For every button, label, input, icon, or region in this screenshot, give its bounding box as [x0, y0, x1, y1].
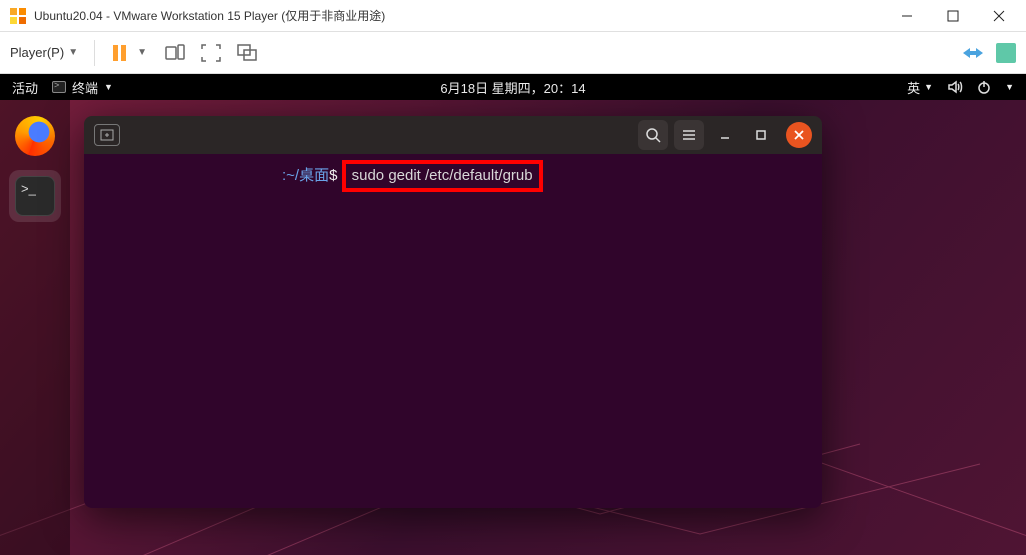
terminal-titlebar	[84, 116, 822, 154]
input-source-indicator[interactable]: 英 ▼	[907, 78, 933, 97]
language-label: 英	[907, 78, 920, 97]
vmware-close-button[interactable]	[976, 0, 1022, 32]
terminal-app-icon	[15, 176, 55, 216]
terminal-close-button[interactable]	[786, 122, 812, 148]
activities-button[interactable]: 活动	[12, 78, 38, 97]
close-icon	[793, 129, 805, 141]
pause-button[interactable]	[105, 39, 133, 67]
send-ctrl-alt-icon[interactable]	[962, 46, 984, 60]
devices-button[interactable]	[161, 39, 189, 67]
fullscreen-icon	[201, 44, 221, 62]
prompt-symbol: $	[329, 167, 337, 184]
app-menu-label: 终端	[72, 78, 98, 97]
search-icon	[645, 127, 661, 143]
dock-item-firefox[interactable]	[9, 110, 61, 162]
chevron-down-icon: ▼	[104, 82, 113, 92]
dock	[0, 100, 70, 555]
player-menu[interactable]: Player(P)	[10, 45, 64, 60]
hamburger-menu-icon	[681, 128, 697, 142]
devices-icon	[165, 44, 185, 62]
clock[interactable]: 6月18日 星期四，20：14	[440, 78, 585, 97]
vmware-maximize-button[interactable]	[930, 0, 976, 32]
chevron-down-icon: ▼	[924, 82, 933, 92]
app-menu[interactable]: 终端 ▼	[52, 78, 113, 97]
terminal-menu-button[interactable]	[674, 120, 704, 150]
minimize-icon	[718, 128, 732, 142]
terminal-window: :~/桌面$ sudo gedit /etc/default/grub	[84, 116, 822, 508]
volume-icon[interactable]	[947, 80, 963, 94]
power-icon[interactable]	[977, 80, 991, 94]
vmware-window-title: Ubuntu20.04 - VMware Workstation 15 Play…	[34, 7, 884, 24]
prompt-path: :~/桌面	[282, 167, 329, 184]
terminal-icon	[52, 81, 66, 93]
chevron-down-icon: ▼	[1005, 82, 1014, 92]
pause-icon	[113, 45, 126, 61]
ubuntu-desktop: 活动 终端 ▼ 6月18日 星期四，20：14 英 ▼ ▼	[0, 74, 1026, 555]
vmware-titlebar: Ubuntu20.04 - VMware Workstation 15 Play…	[0, 0, 1026, 32]
note-icon[interactable]	[996, 43, 1016, 63]
vmware-toolbar: Player(P) ▼ ▼	[0, 32, 1026, 74]
vmware-logo-icon	[8, 6, 28, 26]
terminal-minimize-button[interactable]	[710, 120, 740, 150]
terminal-search-button[interactable]	[638, 120, 668, 150]
fullscreen-button[interactable]	[197, 39, 225, 67]
vmware-minimize-button[interactable]	[884, 0, 930, 32]
gnome-top-bar: 活动 终端 ▼ 6月18日 星期四，20：14 英 ▼ ▼	[0, 74, 1026, 100]
terminal-maximize-button[interactable]	[746, 120, 776, 150]
unity-mode-icon	[237, 44, 257, 62]
firefox-icon	[15, 116, 55, 156]
maximize-icon	[754, 128, 768, 142]
terminal-command: sudo gedit /etc/default/grub	[352, 167, 533, 184]
chevron-down-icon: ▼	[68, 47, 78, 58]
unity-mode-button[interactable]	[233, 39, 261, 67]
separator	[94, 40, 95, 66]
chevron-down-icon[interactable]: ▼	[137, 47, 147, 58]
terminal-body[interactable]: :~/桌面$ sudo gedit /etc/default/grub	[84, 154, 822, 508]
dock-item-terminal[interactable]	[9, 170, 61, 222]
command-highlight: sudo gedit /etc/default/grub	[342, 160, 543, 192]
new-tab-icon	[100, 129, 114, 141]
new-tab-button[interactable]	[94, 124, 120, 146]
